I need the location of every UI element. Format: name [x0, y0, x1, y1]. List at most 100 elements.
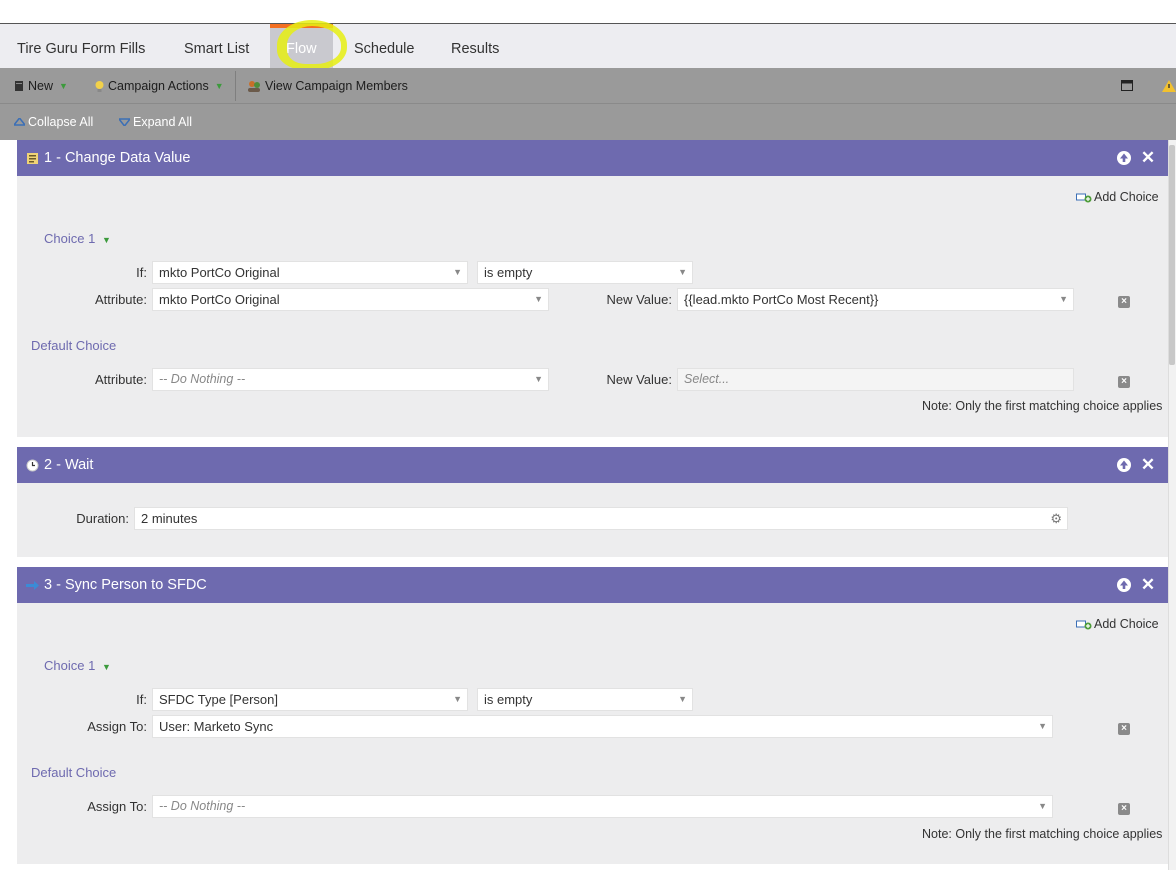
duration-field[interactable]: 2 minutes ⚙: [134, 507, 1068, 530]
default-choice-label: Default Choice: [31, 338, 117, 353]
if-operator-select[interactable]: is empty ▼: [477, 688, 693, 711]
step-title: 1 - Change Data Value: [44, 150, 191, 166]
chevron-down-icon: ▼: [678, 267, 687, 277]
duration-label: Duration:: [76, 511, 129, 526]
delete-choice-icon[interactable]: ×: [1118, 723, 1130, 735]
toolbar-divider: [235, 71, 236, 101]
assign-to-value: User: Marketo Sync: [159, 719, 274, 734]
flow-step-wait: 2 - Wait ✕ Duration: 2 minutes ⚙: [17, 447, 1168, 557]
add-choice-button[interactable]: Add Choice: [1076, 617, 1159, 631]
step-title: 2 - Wait: [44, 457, 94, 473]
chevron-down-icon: ▼: [534, 294, 543, 304]
chevron-down-icon: ▼: [1038, 721, 1047, 731]
add-choice-label: Add Choice: [1094, 190, 1159, 204]
sync-arrow-icon: [26, 580, 39, 590]
attribute-label: Attribute:: [94, 292, 147, 307]
default-attribute-select[interactable]: -- Do Nothing -- ▼: [152, 368, 549, 391]
tab-bar: Tire Guru Form Fills Smart List Flow Sch…: [0, 24, 1176, 68]
triangle-down-icon: [119, 118, 130, 126]
tab-flow[interactable]: Flow: [270, 24, 333, 68]
delete-step-icon[interactable]: ✕: [1139, 575, 1157, 595]
add-choice-button[interactable]: Add Choice: [1076, 190, 1159, 204]
note-text: Note: Only the first matching choice app…: [922, 399, 1163, 413]
if-field-select[interactable]: mkto PortCo Original ▼: [152, 261, 468, 284]
delete-choice-icon[interactable]: ×: [1118, 296, 1130, 308]
chevron-down-icon: ▼: [678, 694, 687, 704]
default-new-value-placeholder: Select...: [684, 372, 730, 386]
tab-results[interactable]: Results: [435, 24, 515, 68]
tab-program[interactable]: Tire Guru Form Fills: [1, 24, 161, 68]
window-icon: [1121, 80, 1133, 91]
expand-all-button[interactable]: Expand All: [119, 104, 192, 140]
assign-to-label: Assign To:: [87, 719, 147, 734]
flow-step-change-data-value: 1 - Change Data Value ✕ Add Choice Choic…: [17, 140, 1168, 437]
chevron-down-icon: ▼: [214, 81, 224, 91]
new-value-select[interactable]: {{lead.mkto PortCo Most Recent}} ▼: [677, 288, 1074, 311]
move-up-icon[interactable]: [1115, 575, 1133, 595]
default-attribute-label: Attribute:: [94, 372, 147, 387]
new-document-icon: [15, 81, 23, 91]
scrollbar-thumb[interactable]: [1169, 145, 1175, 365]
duration-value: 2 minutes: [141, 511, 198, 526]
warning-icon: [1162, 80, 1176, 92]
if-label: If:: [136, 265, 147, 280]
step-header[interactable]: 2 - Wait: [17, 447, 1168, 483]
if-field-value: SFDC Type [Person]: [159, 692, 278, 707]
attribute-value: mkto PortCo Original: [159, 292, 280, 307]
delete-default-choice-icon[interactable]: ×: [1118, 803, 1130, 815]
tab-smart-list[interactable]: Smart List: [168, 24, 265, 68]
new-value-label: New Value:: [606, 292, 672, 307]
expand-collapse-bar: Collapse All Expand All: [0, 104, 1176, 140]
move-up-icon[interactable]: [1115, 455, 1133, 475]
chevron-down-icon: ▼: [453, 267, 462, 277]
if-label: If:: [136, 692, 147, 707]
lightbulb-icon: [95, 80, 104, 92]
default-assign-to-label: Assign To:: [87, 799, 147, 814]
collapse-all-button[interactable]: Collapse All: [14, 104, 93, 140]
chevron-down-icon: ▼: [101, 235, 111, 245]
note-text: Note: Only the first matching choice app…: [922, 827, 1163, 841]
default-attribute-value: -- Do Nothing --: [159, 372, 246, 386]
view-campaign-members-label: View Campaign Members: [265, 79, 408, 93]
chevron-down-icon: ▼: [101, 662, 111, 672]
flow-step-sync-person-to-sfdc: 3 - Sync Person to SFDC ✕ Add Choice Cho…: [17, 567, 1168, 864]
tab-schedule[interactable]: Schedule: [338, 24, 430, 68]
default-assign-to-value: -- Do Nothing --: [159, 799, 246, 813]
new-menu-button[interactable]: New ▼: [14, 68, 68, 104]
step-header[interactable]: 1 - Change Data Value: [17, 140, 1168, 176]
if-field-value: mkto PortCo Original: [159, 265, 280, 280]
collapse-all-label: Collapse All: [28, 115, 94, 129]
choice-1-toggle[interactable]: Choice 1 ▼: [44, 658, 111, 673]
attribute-select[interactable]: mkto PortCo Original ▼: [152, 288, 549, 311]
delete-default-choice-icon[interactable]: ×: [1118, 376, 1130, 388]
campaign-actions-label: Campaign Actions: [108, 79, 209, 93]
gear-icon[interactable]: ⚙: [1050, 508, 1062, 529]
add-choice-icon: [1076, 193, 1092, 202]
chevron-down-icon: ▼: [59, 81, 68, 91]
assign-to-select[interactable]: User: Marketo Sync ▼: [152, 715, 1053, 738]
choice-1-label: Choice 1: [44, 658, 96, 673]
view-campaign-members-button[interactable]: View Campaign Members: [247, 68, 408, 104]
warning-icon-button[interactable]: [1162, 68, 1176, 104]
if-field-select[interactable]: SFDC Type [Person] ▼: [152, 688, 468, 711]
choice-1-toggle[interactable]: Choice 1 ▼: [44, 231, 111, 246]
campaign-actions-button[interactable]: Campaign Actions ▼: [94, 68, 224, 104]
people-icon: [248, 80, 260, 92]
new-menu-label: New: [28, 79, 54, 93]
add-choice-icon: [1076, 620, 1092, 629]
default-new-value-label: New Value:: [606, 372, 672, 387]
default-assign-to-select[interactable]: -- Do Nothing -- ▼: [152, 795, 1053, 818]
add-choice-label: Add Choice: [1094, 617, 1159, 631]
delete-step-icon[interactable]: ✕: [1139, 148, 1157, 168]
delete-step-icon[interactable]: ✕: [1139, 455, 1157, 475]
default-new-value-select[interactable]: Select...: [677, 368, 1074, 391]
if-operator-select[interactable]: is empty ▼: [477, 261, 693, 284]
move-up-icon[interactable]: [1115, 148, 1133, 168]
expand-all-label: Expand All: [133, 115, 193, 129]
default-choice-label: Default Choice: [31, 765, 117, 780]
if-operator-value: is empty: [484, 692, 533, 707]
step-header[interactable]: 3 - Sync Person to SFDC: [17, 567, 1168, 603]
window-icon-button[interactable]: [1121, 68, 1134, 104]
step-title: 3 - Sync Person to SFDC: [44, 577, 207, 593]
data-value-icon: [27, 152, 38, 164]
